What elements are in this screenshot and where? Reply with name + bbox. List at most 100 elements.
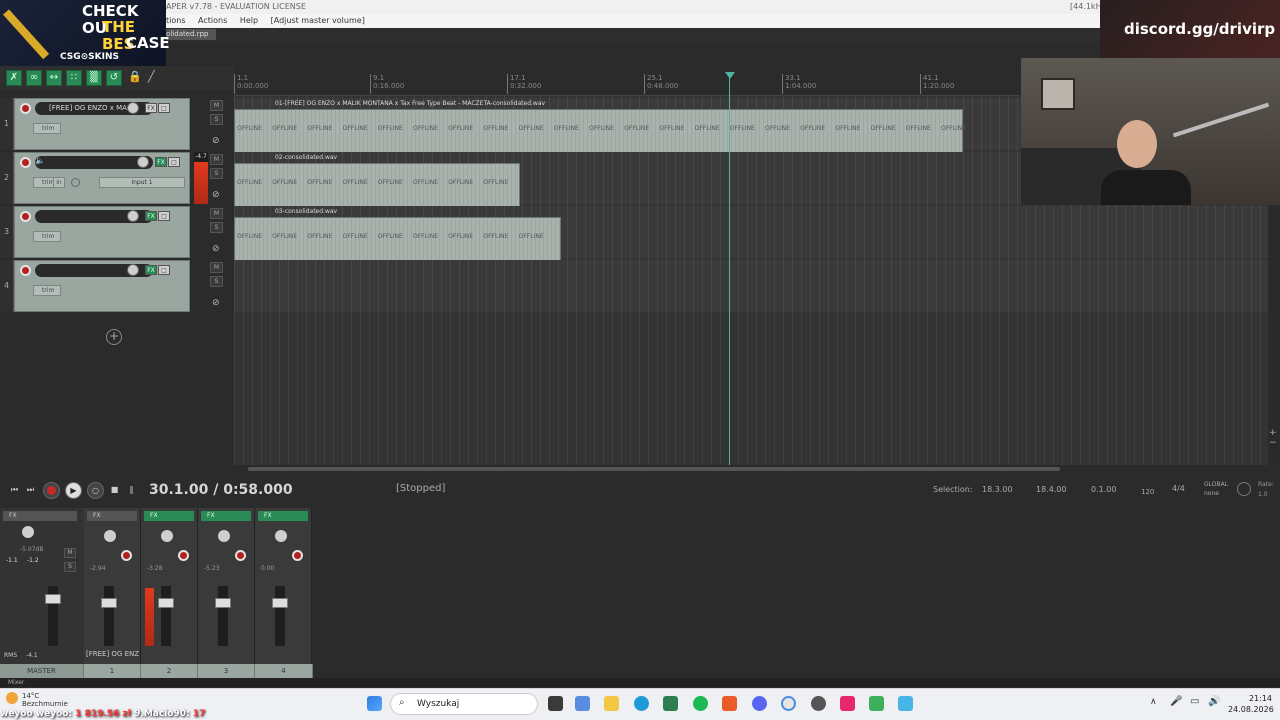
erase-icon[interactable]: ╱ bbox=[148, 70, 162, 84]
time-position[interactable]: 30.1.00 / 0:58.000 bbox=[149, 482, 293, 498]
tray-chevron-icon[interactable]: ∧ bbox=[1150, 697, 1157, 707]
weather-widget[interactable]: 14°C Bezchmurnie bbox=[22, 692, 68, 708]
menu-help[interactable]: Help bbox=[240, 16, 258, 25]
automation-mode[interactable]: trim bbox=[33, 123, 61, 134]
track-1-panel[interactable]: [FREE] OG ENZO x MALIK FX □ trim bbox=[14, 98, 190, 150]
selection-start[interactable]: 18.3.00 bbox=[982, 485, 1013, 494]
monitor-icon[interactable] bbox=[71, 178, 80, 187]
play-icon[interactable]: ▶ bbox=[65, 482, 82, 499]
solo-button[interactable]: S bbox=[210, 222, 223, 233]
channel-fx[interactable]: FX bbox=[144, 511, 194, 521]
fx-button[interactable]: FX bbox=[145, 211, 157, 221]
input-select[interactable]: Input 1 bbox=[99, 177, 185, 188]
timeline-ruler[interactable]: 1.1 0:00.000 9.1 0:16.000 17.1 0:32.000 25.… bbox=[234, 70, 1020, 96]
pan-knob[interactable] bbox=[218, 530, 230, 542]
brave-icon[interactable] bbox=[722, 696, 737, 711]
solo-button[interactable]: S bbox=[210, 276, 223, 287]
zoom-icon[interactable]: + − bbox=[1269, 428, 1277, 448]
bpm-field[interactable]: 120 bbox=[1141, 488, 1154, 496]
loop-toggle-icon[interactable]: ○ bbox=[87, 482, 104, 499]
phase-icon[interactable]: ⊘ bbox=[212, 190, 220, 200]
obs-icon[interactable] bbox=[811, 696, 826, 711]
channel-fx[interactable]: FX bbox=[258, 511, 308, 521]
fx-bypass-button[interactable]: □ bbox=[168, 157, 180, 167]
weather-icon[interactable] bbox=[6, 692, 18, 704]
volume-knob[interactable] bbox=[127, 102, 139, 114]
speaker-icon[interactable]: 🔈 bbox=[35, 156, 45, 165]
master-fx-button[interactable]: FX bbox=[3, 511, 77, 521]
snap-icon[interactable]: ↔ bbox=[46, 70, 62, 86]
record-icon[interactable] bbox=[43, 482, 60, 499]
play-cursor-marker-icon[interactable] bbox=[725, 72, 735, 79]
envelope-icon[interactable]: ∷ bbox=[66, 70, 82, 86]
record-arm-button[interactable] bbox=[178, 550, 189, 561]
solo-button[interactable]: S bbox=[210, 168, 223, 179]
global-automation[interactable]: GLOBAL none bbox=[1204, 480, 1228, 498]
input-monitor-button[interactable]: in bbox=[53, 177, 65, 188]
scrollbar-thumb[interactable] bbox=[248, 467, 1060, 471]
explorer-icon[interactable] bbox=[604, 696, 619, 711]
mixer-channel-2[interactable]: FX -3.28 bbox=[141, 508, 198, 678]
pan-knob[interactable] bbox=[161, 530, 173, 542]
record-arm-button[interactable] bbox=[235, 550, 246, 561]
fader-track[interactable] bbox=[104, 586, 114, 646]
stop-icon[interactable]: ■ bbox=[106, 482, 123, 499]
menu-actions[interactable]: Actions bbox=[198, 16, 227, 25]
link-icon[interactable]: ∞ bbox=[26, 70, 42, 86]
master-mute[interactable]: M bbox=[64, 548, 76, 558]
solo-button[interactable]: S bbox=[210, 114, 223, 125]
mute-button[interactable]: M bbox=[210, 154, 223, 165]
volume-knob[interactable] bbox=[127, 264, 139, 276]
volume-knob[interactable] bbox=[137, 156, 149, 168]
fader-cap[interactable] bbox=[272, 598, 288, 608]
fx-button[interactable]: FX bbox=[155, 157, 167, 167]
fx-bypass-button[interactable]: □ bbox=[158, 211, 170, 221]
fx-bypass-button[interactable]: □ bbox=[158, 265, 170, 275]
grid-icon[interactable]: ▒ bbox=[86, 70, 102, 86]
microphone-icon[interactable]: 🎤 bbox=[1170, 696, 1182, 707]
phase-icon[interactable]: ⊘ bbox=[212, 136, 220, 146]
chrome-icon[interactable] bbox=[781, 696, 796, 711]
excel-icon[interactable] bbox=[663, 696, 678, 711]
fader-cap[interactable] bbox=[215, 598, 231, 608]
record-arm-button[interactable] bbox=[20, 211, 31, 222]
record-arm-button[interactable] bbox=[20, 265, 31, 276]
record-arm-button[interactable] bbox=[121, 550, 132, 561]
mixer-channel-1[interactable]: FX -2.94 [FREE] OG ENZ bbox=[84, 508, 141, 678]
playrate[interactable]: Rate: 1.0 bbox=[1258, 480, 1274, 500]
loop-icon[interactable]: ↺ bbox=[106, 70, 122, 86]
master-solo[interactable]: S bbox=[64, 562, 76, 572]
network-icon[interactable]: ▭ bbox=[1190, 696, 1199, 707]
discord-icon[interactable] bbox=[752, 696, 767, 711]
phase-icon[interactable]: ⊘ bbox=[212, 298, 220, 308]
track-3-panel[interactable]: FX □ trim bbox=[14, 206, 190, 258]
lock-icon[interactable]: 🔒 bbox=[128, 70, 142, 84]
pan-knob[interactable] bbox=[275, 530, 287, 542]
fader-track[interactable] bbox=[275, 586, 285, 646]
mute-button[interactable]: M bbox=[210, 262, 223, 273]
master-pan-knob[interactable] bbox=[22, 526, 34, 538]
fader-cap[interactable] bbox=[158, 598, 174, 608]
fx-button[interactable]: FX bbox=[145, 265, 157, 275]
app-icon[interactable] bbox=[869, 696, 884, 711]
master-fader-cap[interactable] bbox=[45, 594, 61, 604]
volume-knob[interactable] bbox=[127, 210, 139, 222]
go-end-icon[interactable]: ⏭ bbox=[22, 482, 39, 499]
track-2-panel[interactable]: 🔈 FX □ trim in Input 1 bbox=[14, 152, 190, 204]
mute-button[interactable]: M bbox=[210, 208, 223, 219]
fader-cap[interactable] bbox=[101, 598, 117, 608]
mute-button[interactable]: M bbox=[210, 100, 223, 111]
add-track-icon[interactable]: + bbox=[106, 329, 122, 345]
mixer-channel-3[interactable]: FX -5.23 bbox=[198, 508, 255, 678]
timesig-field[interactable]: 4/4 bbox=[1172, 484, 1185, 493]
edge-icon[interactable] bbox=[634, 696, 649, 711]
channel-fx[interactable]: FX bbox=[87, 511, 137, 521]
volume-icon[interactable]: 🔊 bbox=[1208, 696, 1220, 707]
notepad-icon[interactable] bbox=[898, 696, 913, 711]
fx-button[interactable]: FX bbox=[145, 103, 157, 113]
spotify-icon[interactable] bbox=[693, 696, 708, 711]
automation-mode[interactable]: trim bbox=[33, 285, 61, 296]
fader-track[interactable] bbox=[218, 586, 228, 646]
ripple-icon[interactable]: ✗ bbox=[6, 70, 22, 86]
selection-length[interactable]: 0.1.00 bbox=[1091, 485, 1116, 494]
